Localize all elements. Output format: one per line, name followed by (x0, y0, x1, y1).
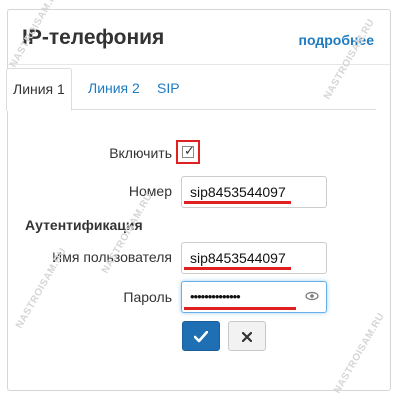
panel-header: IP-телефония подробнее (8, 10, 390, 65)
save-button[interactable] (182, 321, 220, 351)
enable-label: Включить (109, 145, 172, 161)
tab-line-2[interactable]: Линия 2 (82, 68, 146, 108)
username-underline-mark (184, 267, 291, 270)
cancel-button[interactable] (228, 321, 266, 351)
tab-line-1[interactable]: Линия 1 (6, 68, 72, 111)
line-tabs: Линия 1 Линия 2 SIP (6, 68, 376, 111)
password-underline-mark (184, 307, 296, 310)
page-title: IP-телефония (22, 26, 165, 49)
password-label: Пароль (123, 289, 172, 305)
enable-checkbox-highlight: ✓ (176, 140, 200, 164)
check-icon: ✓ (184, 143, 195, 158)
number-underline-mark (184, 201, 291, 204)
enable-checkbox[interactable]: ✓ (182, 143, 195, 158)
show-password-icon[interactable] (305, 289, 319, 303)
close-icon (241, 331, 253, 343)
tab-sip[interactable]: SIP (151, 68, 186, 108)
checkmark-icon (193, 330, 209, 343)
